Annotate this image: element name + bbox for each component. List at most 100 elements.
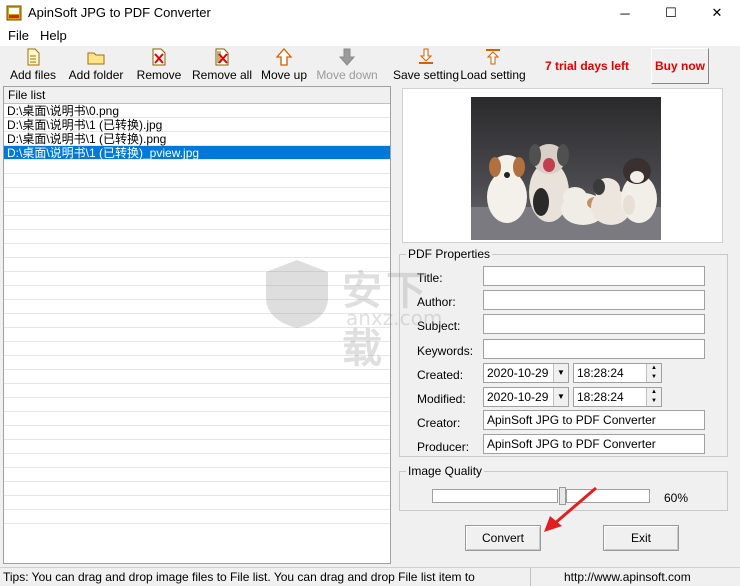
load-setting-button[interactable]: Load setting <box>460 48 526 84</box>
exit-button[interactable]: Exit <box>603 525 679 551</box>
remove-button[interactable]: Remove <box>137 48 181 84</box>
modified-time-field[interactable]: 18:28:24 ▲ ▼ <box>573 387 662 407</box>
empty-list-row <box>4 342 390 356</box>
title-field[interactable] <box>483 266 705 286</box>
remove-all-icon <box>215 48 229 66</box>
spin-down-icon[interactable]: ▼ <box>647 397 661 406</box>
empty-list-row <box>4 356 390 370</box>
arrow-up-icon <box>275 48 293 66</box>
empty-list-row <box>4 398 390 412</box>
empty-list-row <box>4 328 390 342</box>
author-field[interactable] <box>483 290 705 310</box>
add-folder-button[interactable]: Add folder <box>69 48 123 84</box>
empty-list-row <box>4 160 390 174</box>
pdf-properties-title: PDF Properties <box>406 247 493 261</box>
created-date-picker[interactable]: 2020-10-29 ▼ <box>483 363 569 383</box>
author-label: Author: <box>417 295 456 309</box>
empty-list-row <box>4 244 390 258</box>
keywords-label: Keywords: <box>417 344 474 358</box>
created-time-spinner[interactable]: ▲ ▼ <box>646 364 661 382</box>
move-down-button[interactable]: Move down <box>316 48 378 84</box>
add-file-icon <box>27 48 40 66</box>
empty-list-row <box>4 314 390 328</box>
empty-list-row <box>4 370 390 384</box>
empty-list-row <box>4 258 390 272</box>
created-label: Created: <box>417 368 464 382</box>
empty-list-row <box>4 412 390 426</box>
empty-list-row <box>4 510 390 524</box>
created-time-field[interactable]: 18:28:24 ▲ ▼ <box>573 363 662 383</box>
empty-list-row <box>4 216 390 230</box>
modified-time-spinner[interactable]: ▲ ▼ <box>646 388 661 406</box>
remove-all-button[interactable]: Remove all <box>192 48 252 84</box>
empty-list-row <box>4 496 390 510</box>
empty-list-row <box>4 300 390 314</box>
created-date-value: 2020-10-29 <box>487 366 549 380</box>
empty-list-row <box>4 272 390 286</box>
empty-list-row <box>4 440 390 454</box>
trial-days-label: 7 trial days left <box>545 59 630 73</box>
empty-list-row <box>4 384 390 398</box>
app-icon <box>6 5 22 21</box>
spin-up-icon[interactable]: ▲ <box>647 388 661 397</box>
subject-field[interactable] <box>483 314 705 334</box>
title-label: Title: <box>417 271 443 285</box>
status-bar: Tips: You can drag and drop image files … <box>0 567 740 586</box>
save-setting-icon <box>419 48 433 64</box>
empty-list-row <box>4 286 390 300</box>
producer-field[interactable]: ApinSoft JPG to PDF Converter <box>483 434 705 454</box>
website-link[interactable]: http://www.apinsoft.com <box>564 568 691 586</box>
load-setting-icon <box>486 49 500 65</box>
maximize-button[interactable]: ☐ <box>648 0 694 26</box>
spin-up-icon[interactable]: ▲ <box>647 364 661 373</box>
chevron-down-icon[interactable]: ▼ <box>553 364 568 382</box>
tips-text: Tips: You can drag and drop image files … <box>0 568 531 586</box>
empty-list-row <box>4 230 390 244</box>
modified-date-picker[interactable]: 2020-10-29 ▼ <box>483 387 569 407</box>
empty-list-row <box>4 188 390 202</box>
list-item[interactable]: D:\桌面\说明书\1 (已转换)_pview.jpg <box>4 146 390 160</box>
menu-file[interactable]: File <box>8 28 29 43</box>
keywords-field[interactable] <box>483 339 705 359</box>
menu-bar: File Help <box>0 26 740 46</box>
window-title: ApinSoft JPG to PDF Converter <box>28 5 211 20</box>
creator-label: Creator: <box>417 416 461 430</box>
list-item[interactable]: D:\桌面\说明书\0.png <box>4 104 390 118</box>
creator-field[interactable]: ApinSoft JPG to PDF Converter <box>483 410 705 430</box>
title-bar: ApinSoft JPG to PDF Converter ─ ☐ ✕ <box>0 0 740 26</box>
empty-list-row <box>4 426 390 440</box>
empty-list-row <box>4 454 390 468</box>
preview-photo <box>471 97 661 240</box>
spin-down-icon[interactable]: ▼ <box>647 373 661 382</box>
image-preview <box>402 88 723 243</box>
move-up-button[interactable]: Move up <box>261 48 307 84</box>
empty-list-row <box>4 174 390 188</box>
modified-label: Modified: <box>417 392 466 406</box>
annotation-arrow-icon <box>544 486 597 532</box>
convert-button[interactable]: Convert <box>465 525 541 551</box>
menu-help[interactable]: Help <box>40 28 67 43</box>
list-item[interactable]: D:\桌面\说明书\1 (已转换).png <box>4 132 390 146</box>
close-button[interactable]: ✕ <box>694 0 740 26</box>
buy-now-button[interactable]: Buy now <box>651 48 709 84</box>
save-setting-button[interactable]: Save setting <box>393 48 459 84</box>
minimize-button[interactable]: ─ <box>602 0 648 26</box>
created-time-value: 18:28:24 <box>577 366 624 380</box>
toolbar: Add files Add folder Remove Remove all M… <box>0 46 740 86</box>
folder-icon <box>87 52 105 65</box>
producer-label: Producer: <box>417 440 470 454</box>
empty-list-row <box>4 202 390 216</box>
image-quality-title: Image Quality <box>406 464 485 478</box>
quality-value: 60% <box>664 491 689 505</box>
add-files-button[interactable]: Add files <box>10 48 56 84</box>
remove-file-icon <box>152 48 166 66</box>
list-item[interactable]: D:\桌面\说明书\1 (已转换).jpg <box>4 118 390 132</box>
empty-list-row <box>4 482 390 496</box>
file-list[interactable]: File list D:\桌面\说明书\0.png D:\桌面\说明书\1 (已转… <box>3 86 391 564</box>
file-list-header[interactable]: File list <box>4 87 390 104</box>
modified-date-value: 2020-10-29 <box>487 390 549 404</box>
arrow-down-icon <box>338 48 356 66</box>
modified-time-value: 18:28:24 <box>577 390 624 404</box>
chevron-down-icon[interactable]: ▼ <box>553 388 568 406</box>
empty-list-row <box>4 468 390 482</box>
